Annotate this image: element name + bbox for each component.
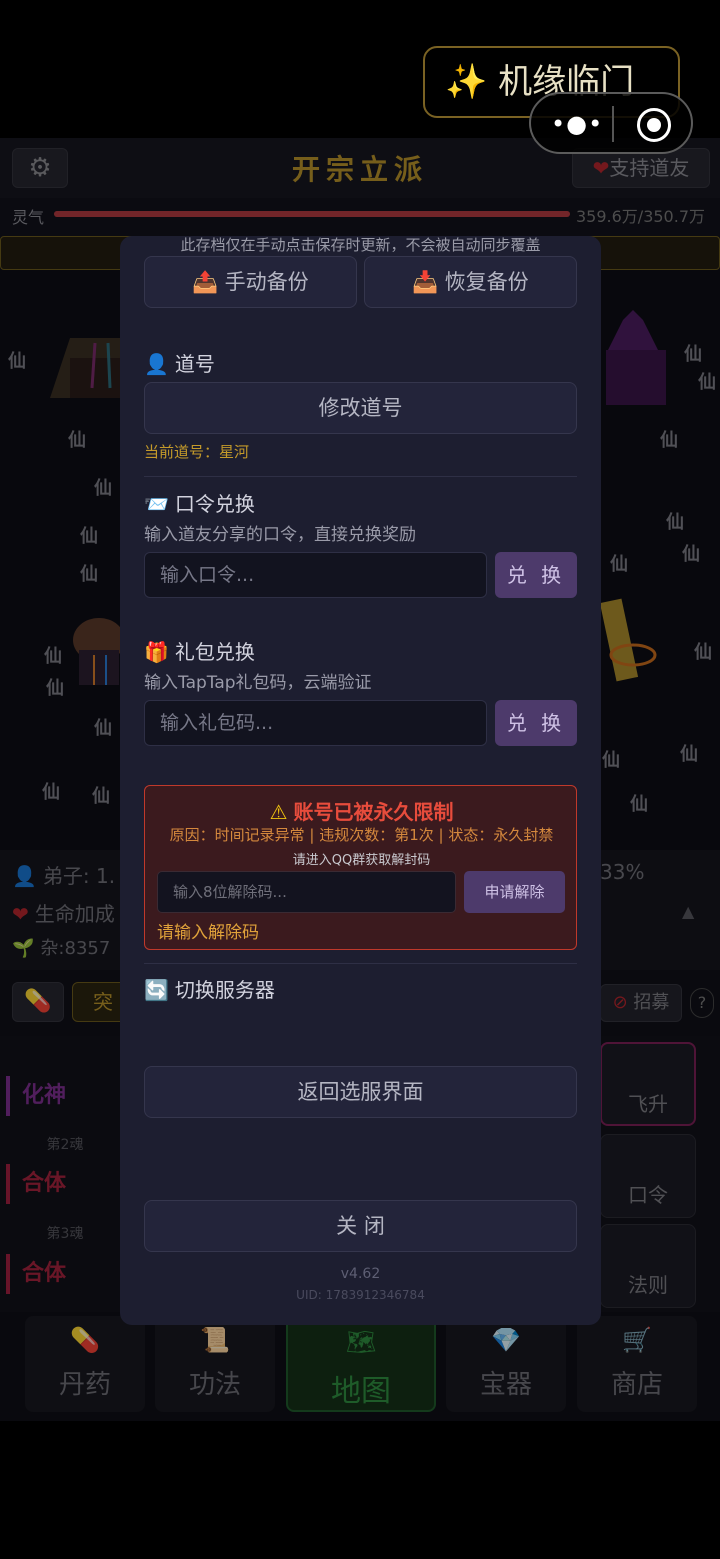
dao-title-label: 道号 xyxy=(174,352,215,376)
capsule-divider xyxy=(612,106,614,142)
download-tray-icon: 📥 xyxy=(412,270,439,294)
manual-backup-button[interactable]: 📤 手动备份 xyxy=(144,256,357,308)
refresh-icon: 🔄 xyxy=(144,978,169,1002)
close-button[interactable]: 关 闭 xyxy=(144,1200,577,1252)
server-section-title: 🔄 切换服务器 xyxy=(144,974,275,1003)
manual-backup-label: 手动备份 xyxy=(224,270,309,294)
more-dots-icon[interactable]: •●• xyxy=(551,110,603,138)
code-input[interactable]: 输入口令... xyxy=(144,552,487,598)
apply-unlock-button[interactable]: 申请解除 xyxy=(464,871,565,913)
sparkles-icon: ✨ xyxy=(445,62,488,102)
gift-icon: 🎁 xyxy=(144,640,169,664)
gift-section-title: 🎁 礼包兑换 xyxy=(144,636,255,665)
target-close-icon[interactable] xyxy=(637,108,671,142)
divider xyxy=(144,476,577,477)
upload-tray-icon: 📤 xyxy=(192,270,219,294)
current-dao-name: 当前道号：星河 xyxy=(144,443,250,461)
ban-title: ⚠ 账号已被永久限制 xyxy=(145,796,578,825)
return-server-button[interactable]: 返回选服界面 xyxy=(144,1066,577,1118)
restore-backup-label: 恢复备份 xyxy=(444,270,529,294)
code-title-label: 口令兑换 xyxy=(174,492,255,516)
gift-description: 输入TapTap礼包码，云端验证 xyxy=(144,673,372,693)
gift-code-input[interactable]: 输入礼包码... xyxy=(144,700,487,746)
code-section-title: 📨 口令兑换 xyxy=(144,488,255,517)
rename-button[interactable]: 修改道号 xyxy=(144,382,577,434)
dao-section-title: 👤 道号 xyxy=(144,348,215,377)
warning-icon: ⚠ xyxy=(269,800,288,824)
restore-backup-button[interactable]: 📥 恢复备份 xyxy=(364,256,577,308)
mini-program-capsule: •●• xyxy=(529,92,693,154)
person-icon: 👤 xyxy=(144,352,169,376)
version-label: v4.62 xyxy=(340,1266,381,1282)
ban-tip: 请进入QQ群获取解封码 xyxy=(292,853,431,868)
server-title-label: 切换服务器 xyxy=(174,978,275,1002)
code-redeem-button[interactable]: 兑 换 xyxy=(495,552,577,598)
gift-title-label: 礼包兑换 xyxy=(174,640,255,664)
divider xyxy=(144,963,577,964)
gift-redeem-button[interactable]: 兑 换 xyxy=(495,700,577,746)
unlock-status: 请输入解除码 xyxy=(157,923,259,943)
ban-reason: 原因：时间记录异常 | 违规次数：第1次 | 状态：永久封禁 xyxy=(169,826,554,844)
settings-modal: 此存档仅在手动点击保存时更新，不会被自动同步覆盖 📤 手动备份 📥 恢复备份 👤 道号… xyxy=(120,236,601,1325)
ban-warning-box: ⚠ 账号已被永久限制 原因：时间记录异常 | 违规次数：第1次 | 状态：永久封禁… xyxy=(144,785,577,950)
code-description: 输入道友分享的口令，直接兑换奖励 xyxy=(144,525,416,545)
uid-label: UID: 1783912346784 xyxy=(296,1288,425,1302)
envelope-icon: 📨 xyxy=(144,492,169,516)
backup-note: 此存档仅在手动点击保存时更新，不会被自动同步覆盖 xyxy=(180,236,541,254)
ban-title-label: 账号已被永久限制 xyxy=(293,800,454,824)
unlock-code-input[interactable]: 输入8位解除码... xyxy=(157,871,456,913)
